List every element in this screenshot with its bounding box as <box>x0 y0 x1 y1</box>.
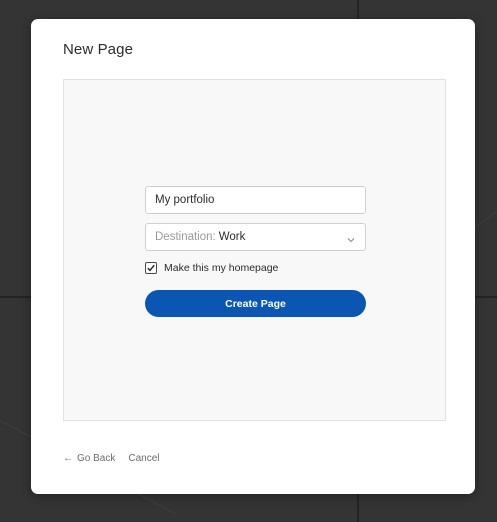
checkmark-icon <box>147 264 155 272</box>
dialog-footer: ← Go Back Cancel <box>63 453 160 464</box>
new-page-dialog: New Page Destination: Work Make this my … <box>31 19 475 494</box>
form-panel: Destination: Work Make this my homepage … <box>63 79 446 421</box>
chevron-down-icon <box>347 234 355 243</box>
go-back-link[interactable]: ← Go Back <box>63 453 115 464</box>
homepage-checkbox[interactable] <box>145 262 157 274</box>
homepage-checkbox-label: Make this my homepage <box>164 262 279 274</box>
page-name-input[interactable] <box>145 186 366 214</box>
destination-select[interactable]: Destination: Work <box>145 223 366 251</box>
destination-value: Work <box>218 231 246 243</box>
dialog-title: New Page <box>63 41 134 58</box>
create-page-button[interactable]: Create Page <box>145 290 366 317</box>
homepage-checkbox-row[interactable]: Make this my homepage <box>145 262 278 274</box>
destination-label: Destination: <box>155 231 216 243</box>
arrow-left-icon: ← <box>63 453 73 464</box>
cancel-link[interactable]: Cancel <box>128 453 159 464</box>
go-back-label: Go Back <box>77 453 116 464</box>
